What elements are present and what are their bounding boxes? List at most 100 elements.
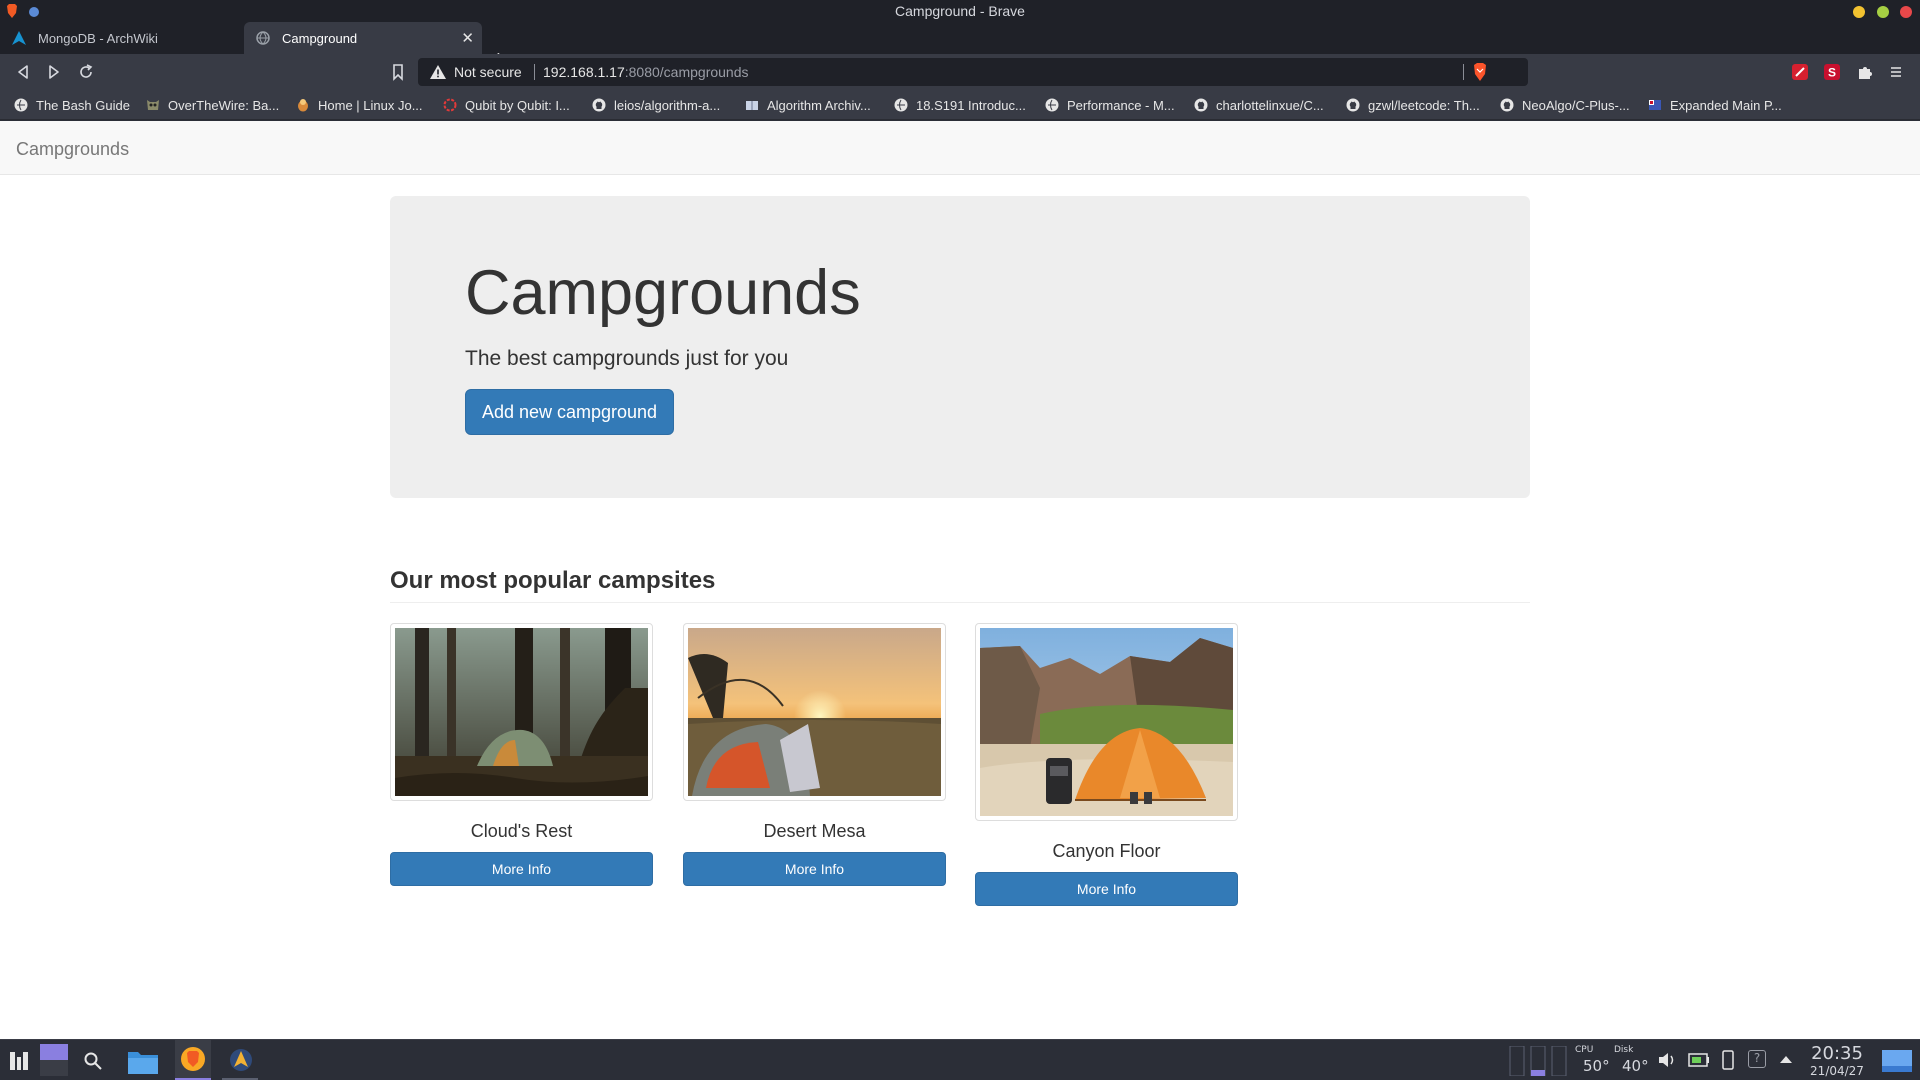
globe-icon: [14, 98, 28, 112]
bookmark-label: Qubit by Qubit: I...: [465, 97, 570, 113]
clock-time[interactable]: 20:35: [1806, 1043, 1868, 1064]
bookmark-expanded-main[interactable]: Expanded Main P...: [1648, 97, 1782, 113]
campground-card: Desert Mesa More Info: [683, 623, 946, 886]
help-icon[interactable]: ?: [1748, 1050, 1766, 1068]
brave-shields-icon[interactable]: [1472, 63, 1488, 81]
book-icon: [746, 101, 758, 110]
brave-icon: [181, 1047, 205, 1071]
bookmark-18s191[interactable]: 18.S191 Introduc...: [894, 97, 1026, 113]
address-bar[interactable]: Not secure 192.168.1.17:8080/campgrounds: [418, 58, 1528, 86]
search-icon[interactable]: [84, 1052, 102, 1070]
brave-taskbar-item[interactable]: [175, 1040, 211, 1080]
campground-name: Desert Mesa: [763, 821, 866, 841]
campground-thumbnail[interactable]: [683, 623, 946, 801]
more-info-button[interactable]: More Info: [975, 872, 1238, 906]
web-page: Campgrounds Campgrounds The best campgro…: [0, 121, 1920, 1039]
svg-text:S: S: [1828, 66, 1836, 80]
arch-taskbar-item[interactable]: [222, 1040, 258, 1080]
bookmark-linux-journal[interactable]: Home | Linux Jo...: [296, 97, 423, 113]
battery-icon[interactable]: [1688, 1053, 1710, 1067]
bookmark-label: Expanded Main P...: [1670, 97, 1782, 113]
add-campground-button[interactable]: Add new campground: [465, 389, 674, 435]
campground-card: Cloud's Rest More Info: [390, 623, 653, 886]
github-icon: [1500, 98, 1514, 112]
bookmark-leios-algorithm[interactable]: leios/algorithm-a...: [592, 97, 720, 113]
app-launcher-icon[interactable]: [10, 1052, 28, 1070]
campground-thumbnail[interactable]: [975, 623, 1238, 821]
bookmark-page-icon[interactable]: [389, 63, 407, 81]
github-icon: [1194, 98, 1208, 112]
divider: [534, 64, 535, 80]
bookmark-gzwl-leetcode[interactable]: gzwl/leetcode: Th...: [1346, 97, 1480, 113]
bookmarks-bar: The Bash Guide OverTheWire: Ba... Home |…: [0, 90, 1920, 120]
minimize-button[interactable]: [1853, 6, 1865, 18]
bookmark-charlottelinxue[interactable]: charlottelinxue/C...: [1194, 97, 1324, 113]
arch-linux-icon: [12, 31, 26, 45]
bookmark-label: OverTheWire: Ba...: [168, 97, 280, 113]
arch-linux-icon: [230, 1049, 252, 1071]
jumbotron: Campgrounds The best campgrounds just fo…: [390, 196, 1530, 498]
clock-date[interactable]: 21/04/27: [1804, 1064, 1870, 1078]
phone-icon[interactable]: [1722, 1050, 1734, 1070]
forest-tent-image: [395, 628, 648, 796]
bookmark-overthewire[interactable]: OverTheWire: Ba...: [146, 97, 279, 113]
bookmark-label: gzwl/leetcode: Th...: [1368, 97, 1480, 113]
maximize-button[interactable]: [1877, 6, 1889, 18]
cpu-temperature[interactable]: 50°: [1583, 1057, 1610, 1075]
chevron-up-icon[interactable]: [1780, 1055, 1792, 1063]
campground-thumbnail[interactable]: [390, 623, 653, 801]
github-icon: [592, 98, 606, 112]
site-navbar: Campgrounds: [0, 121, 1920, 175]
back-icon[interactable]: [14, 63, 32, 81]
tab-label: Campground: [282, 30, 358, 46]
security-status[interactable]: Not secure: [454, 64, 522, 80]
forward-icon[interactable]: [45, 63, 63, 81]
volume-icon[interactable]: [1658, 1052, 1676, 1068]
more-info-button[interactable]: More Info: [683, 852, 946, 886]
page-tagline: The best campgrounds just for you: [465, 347, 789, 370]
window-title: Campground - Brave: [895, 3, 1025, 19]
show-desktop-icon[interactable]: [1882, 1050, 1912, 1072]
penguin-icon: [298, 99, 308, 112]
system-monitor-icon[interactable]: [1508, 1046, 1568, 1076]
navbar-brand-link[interactable]: Campgrounds: [16, 139, 129, 160]
bookmark-bash-guide[interactable]: The Bash Guide: [14, 97, 130, 113]
bookmark-label: Algorithm Archiv...: [767, 97, 871, 113]
bookmark-label: charlottelinxue/C...: [1216, 97, 1324, 113]
browser-toolbar: Not secure 192.168.1.17:8080/campgrounds…: [0, 54, 1920, 90]
globe-icon: [256, 31, 270, 45]
red-extension-icon[interactable]: [1792, 64, 1808, 80]
close-window-button[interactable]: [1900, 6, 1912, 18]
url-path: :8080/campgrounds: [624, 64, 749, 80]
owl-icon: [147, 100, 159, 110]
reload-icon[interactable]: [77, 63, 95, 81]
bookmark-algorithm-archive[interactable]: Algorithm Archiv...: [745, 97, 871, 113]
file-manager-icon[interactable]: [128, 1048, 158, 1074]
divider: [390, 602, 1530, 603]
bookmark-label: 18.S191 Introduc...: [916, 97, 1026, 113]
cpu-label: CPU: [1575, 1045, 1594, 1055]
canyon-tent-image: [980, 628, 1233, 816]
tab-mongodb-archwiki[interactable]: MongoDB - ArchWiki: [0, 22, 238, 54]
extensions-puzzle-icon[interactable]: [1857, 64, 1873, 80]
tab-strip: MongoDB - ArchWiki Campground ✕ +: [0, 22, 1920, 70]
github-icon: [1346, 98, 1360, 112]
window-title-bar: Campground - Brave: [0, 0, 1920, 22]
desert-sunset-tent-image: [688, 628, 941, 796]
s-extension-icon[interactable]: S: [1824, 64, 1840, 80]
bookmark-neoalgo[interactable]: NeoAlgo/C-Plus-...: [1500, 97, 1630, 113]
campground-card: Canyon Floor More Info: [975, 623, 1238, 906]
bookmark-label: NeoAlgo/C-Plus-...: [1522, 97, 1630, 113]
workspace-pager-icon[interactable]: [40, 1044, 68, 1076]
tab-campground[interactable]: Campground ✕: [244, 22, 482, 54]
url-host: 192.168.1.17: [543, 64, 625, 80]
bookmark-performance[interactable]: Performance - M...: [1045, 97, 1175, 113]
more-info-button[interactable]: More Info: [390, 852, 653, 886]
bookmark-label: The Bash Guide: [36, 97, 130, 113]
bookmark-qubit[interactable]: Qubit by Qubit: I...: [443, 97, 570, 113]
divider: [1463, 64, 1464, 80]
disk-temperature[interactable]: 40°: [1622, 1057, 1649, 1075]
menu-icon[interactable]: [1888, 64, 1904, 80]
url-text[interactable]: 192.168.1.17:8080/campgrounds: [543, 64, 749, 80]
close-tab-icon[interactable]: ✕: [461, 29, 474, 47]
